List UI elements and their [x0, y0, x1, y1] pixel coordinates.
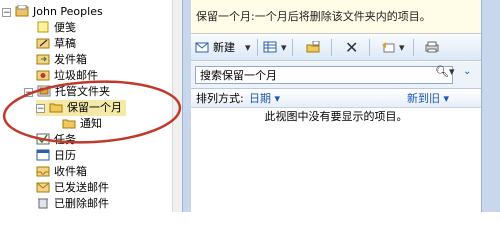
- tree-label: 保留一个月: [67, 101, 122, 114]
- toolbar-separator: [369, 39, 370, 56]
- expand-search-icon[interactable]: ⌄: [463, 66, 471, 77]
- managed-folder-icon: [37, 85, 51, 97]
- tree-label: 通知: [80, 117, 102, 130]
- toolbar: 新建 ▾ ▾ ✕ ▾: [191, 35, 481, 61]
- delete-icon: ✕: [345, 38, 359, 57]
- toolbar-separator: [331, 39, 332, 56]
- tree-item-drafts[interactable]: 草稿: [36, 36, 76, 52]
- tree-item-root[interactable]: − John Peoples: [2, 4, 103, 20]
- tree-label: 任务: [54, 133, 76, 146]
- delete-button[interactable]: ✕: [345, 38, 358, 57]
- junk-mail-icon: [36, 69, 50, 81]
- navigation-pane: − John Peoples 便笺 草稿 发件箱 垃圾邮件 − 托管文件夹 − 保留一…: [0, 0, 172, 212]
- tree-item-deleted[interactable]: 已删除邮件: [36, 196, 109, 212]
- tree-item-notes[interactable]: 便笺: [36, 20, 76, 36]
- toolbar-separator: [413, 39, 414, 56]
- grid-view-icon: [263, 41, 277, 53]
- collapse-icon[interactable]: −: [36, 104, 45, 114]
- empty-view-message: 此视图中没有要显示的项目。: [264, 110, 408, 123]
- tree-label-root: John Peoples: [33, 5, 103, 18]
- outbox-icon: [36, 53, 50, 65]
- tree-label: 收件箱: [54, 165, 87, 178]
- tree-label: 日历: [54, 149, 76, 162]
- tree-item-junk[interactable]: 垃圾邮件: [36, 68, 98, 84]
- new-mail-icon: [195, 41, 209, 53]
- folder-info-bar: 保留一个月:一个月后将删除该文件夹内的项目。: [191, 0, 481, 34]
- tree-item-outbox[interactable]: 发件箱: [36, 52, 87, 68]
- folder-icon: [49, 101, 63, 113]
- tree-item-sent[interactable]: 已发送邮件: [36, 180, 109, 196]
- mailbox-icon: [15, 5, 29, 17]
- tree-label: 托管文件夹: [55, 85, 110, 98]
- tree-label: 发件箱: [54, 53, 87, 66]
- tree-item-notices[interactable]: 通知: [62, 116, 102, 132]
- sent-mail-icon: [36, 181, 50, 193]
- inbox-icon: [36, 165, 50, 177]
- drafts-icon: [36, 37, 50, 49]
- deleted-mail-icon: [36, 197, 50, 209]
- tree-item-inbox[interactable]: 收件箱: [36, 164, 87, 180]
- right-pane-edge: [481, 0, 500, 212]
- tree-item-calendar[interactable]: 日历: [36, 148, 76, 164]
- notes-icon: [36, 21, 50, 33]
- sort-bar: 排列方式: 日期 ▾ 新到旧 ▾: [191, 90, 481, 108]
- tree-label: 已发送邮件: [54, 181, 109, 194]
- content-pane: 保留一个月:一个月后将删除该文件夹内的项目。 新建 ▾ ▾ ✕ ▾ 搜索保留一个…: [191, 0, 481, 212]
- new-button[interactable]: 新建: [195, 38, 235, 57]
- tree-label: 已删除邮件: [54, 197, 109, 210]
- print-button[interactable]: [425, 38, 443, 57]
- tree-label: 草稿: [54, 37, 76, 50]
- toolbar-separator: [257, 39, 258, 56]
- search-input[interactable]: 搜索保留一个月: [195, 66, 453, 84]
- search-icon[interactable]: 🔍︎▾: [435, 65, 455, 78]
- collapse-icon[interactable]: −: [2, 8, 11, 18]
- toolbar-separator: [292, 39, 293, 56]
- new-dropdown-arrow[interactable]: ▾: [245, 38, 251, 57]
- tasks-icon: [36, 133, 50, 145]
- view-button[interactable]: ▾: [263, 38, 287, 57]
- tree-item-managed-folders[interactable]: − 托管文件夹: [24, 84, 110, 100]
- move-to-folder-button[interactable]: [306, 38, 324, 57]
- tree-item-tasks[interactable]: 任务: [36, 132, 76, 148]
- move-folder-icon: [306, 41, 320, 53]
- tree-label: 垃圾邮件: [54, 69, 98, 82]
- collapse-icon[interactable]: −: [24, 88, 33, 98]
- reply-icon: [381, 41, 395, 53]
- folder-icon: [62, 117, 76, 129]
- tree-label: 便笺: [54, 21, 76, 34]
- sort-order-value: 新到旧: [407, 92, 440, 105]
- reply-button[interactable]: ▾: [381, 38, 405, 57]
- calendar-icon: [36, 149, 50, 161]
- sort-by-label: 排列方式:: [196, 92, 244, 105]
- print-icon: [425, 41, 439, 53]
- sort-field-dropdown[interactable]: 日期 ▾: [249, 90, 280, 107]
- sort-field-value: 日期: [249, 92, 271, 105]
- new-button-label: 新建: [213, 41, 235, 54]
- sort-order-toggle[interactable]: 新到旧 ▾: [407, 90, 449, 107]
- search-row: 搜索保留一个月 🔍︎▾ ⌄: [191, 62, 481, 89]
- tree-item-keep-one-month[interactable]: − 保留一个月: [36, 100, 126, 116]
